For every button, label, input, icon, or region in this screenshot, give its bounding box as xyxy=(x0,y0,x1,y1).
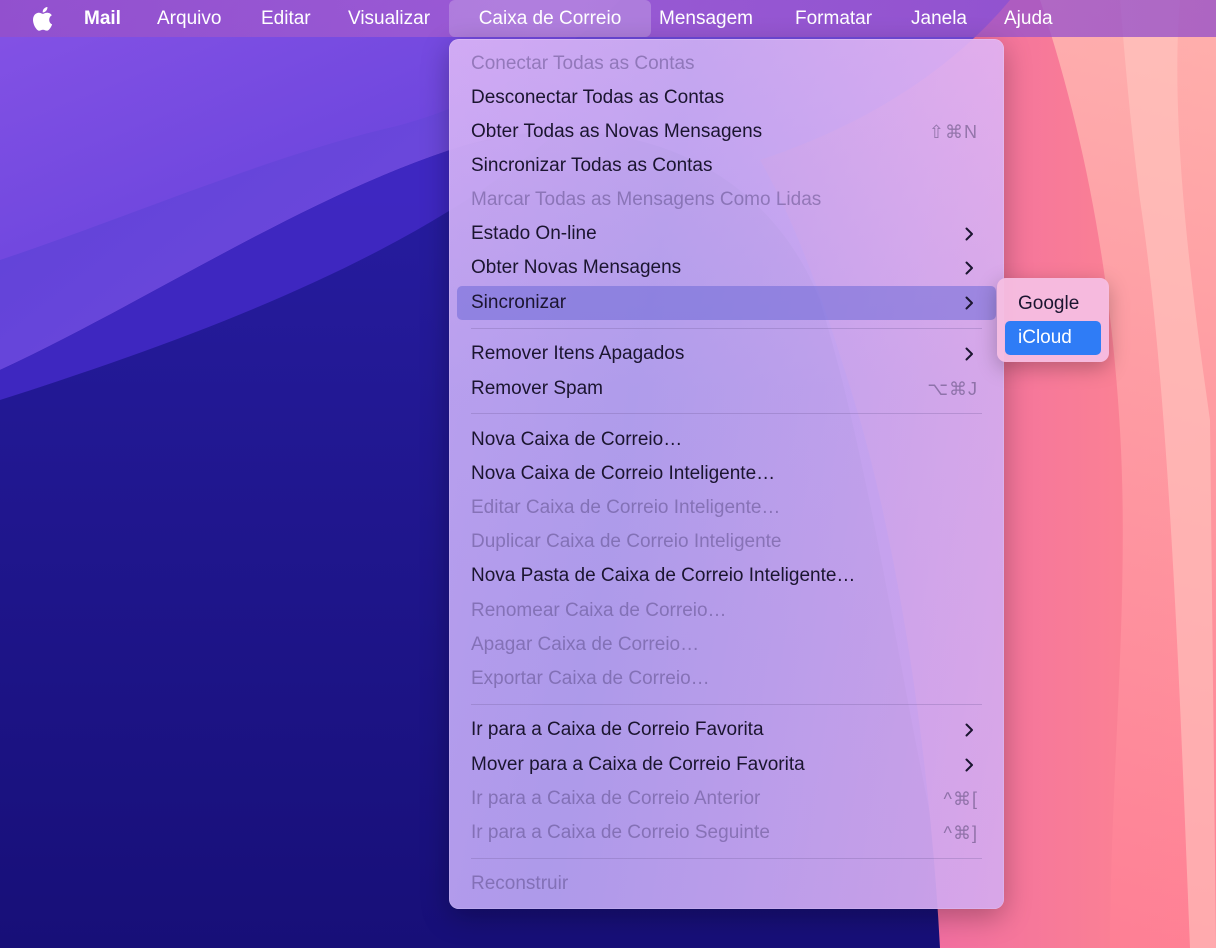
menu-item-label: Remover Spam xyxy=(471,378,603,399)
menu-item-label: Conectar Todas as Contas xyxy=(471,53,695,74)
menu-item-duplicar-caixa-inteligente[interactable]: Duplicar Caixa de Correio Inteligente xyxy=(457,525,996,559)
menu-item-label: Ir para a Caixa de Correio Anterior xyxy=(471,788,761,809)
menu-separator xyxy=(471,858,982,859)
menu-mensagem[interactable]: Mensagem xyxy=(659,0,753,37)
menu-item-remover-apagados[interactable]: Remover Itens Apagados xyxy=(457,337,996,371)
shortcut-label: ^⌘[ xyxy=(943,789,978,809)
sincronizar-submenu: Google iCloud xyxy=(997,278,1109,362)
menu-item-ir-seguinte[interactable]: Ir para a Caixa de Correio Seguinte ^⌘] xyxy=(457,816,996,850)
submenu-item-label: iCloud xyxy=(1018,327,1072,348)
menu-item-label: Apagar Caixa de Correio… xyxy=(471,634,700,655)
menu-item-renomear-caixa[interactable]: Renomear Caixa de Correio… xyxy=(457,594,996,628)
chevron-right-icon xyxy=(965,227,973,241)
chevron-right-icon xyxy=(965,758,973,772)
menu-visualizar[interactable]: Visualizar xyxy=(348,0,430,37)
chevron-right-icon xyxy=(965,723,973,737)
menu-item-sincronizar-todas[interactable]: Sincronizar Todas as Contas xyxy=(457,149,996,183)
menu-editar[interactable]: Editar xyxy=(261,0,311,37)
menu-item-nova-caixa[interactable]: Nova Caixa de Correio… xyxy=(457,423,996,457)
menu-item-label: Ir para a Caixa de Correio Seguinte xyxy=(471,822,770,843)
menu-app-name[interactable]: Mail xyxy=(84,0,121,37)
shortcut-label: ⌥⌘J xyxy=(927,379,978,399)
menu-formatar[interactable]: Formatar xyxy=(795,0,872,37)
menu-item-label: Remover Itens Apagados xyxy=(471,343,685,364)
menu-item-obter-todas-novas[interactable]: Obter Todas as Novas Mensagens ⇧⌘N xyxy=(457,115,996,149)
menu-item-nova-caixa-inteligente[interactable]: Nova Caixa de Correio Inteligente… xyxy=(457,457,996,491)
menu-item-obter-novas[interactable]: Obter Novas Mensagens xyxy=(457,251,996,285)
submenu-item-icloud[interactable]: iCloud xyxy=(1005,321,1101,355)
menu-item-label: Nova Caixa de Correio… xyxy=(471,429,683,450)
menu-item-mover-favorita[interactable]: Mover para a Caixa de Correio Favorita xyxy=(457,748,996,782)
menu-item-estado-online[interactable]: Estado On-line xyxy=(457,217,996,251)
menu-item-reconstruir[interactable]: Reconstruir xyxy=(457,867,996,901)
menu-bar: Mail Arquivo Editar Visualizar Caixa de … xyxy=(0,0,1216,37)
menu-item-desconectar-todas[interactable]: Desconectar Todas as Contas xyxy=(457,81,996,115)
menu-item-label: Obter Novas Mensagens xyxy=(471,257,682,278)
menu-item-label: Desconectar Todas as Contas xyxy=(471,87,725,108)
menu-item-label: Sincronizar xyxy=(471,292,567,313)
menu-item-label: Mover para a Caixa de Correio Favorita xyxy=(471,754,805,775)
chevron-right-icon xyxy=(965,296,973,310)
menu-janela[interactable]: Janela xyxy=(911,0,967,37)
caixa-de-correio-dropdown: Conectar Todas as Contas Desconectar Tod… xyxy=(449,39,1004,909)
menu-item-label: Nova Pasta de Caixa de Correio Inteligen… xyxy=(471,565,856,586)
shortcut-label: ⇧⌘N xyxy=(928,122,978,142)
menu-item-label: Estado On-line xyxy=(471,223,597,244)
menu-arquivo[interactable]: Arquivo xyxy=(157,0,221,37)
submenu-item-label: Google xyxy=(1018,293,1080,314)
chevron-right-icon xyxy=(965,347,973,361)
menu-item-label: Reconstruir xyxy=(471,873,569,894)
menu-item-ir-anterior[interactable]: Ir para a Caixa de Correio Anterior ^⌘[ xyxy=(457,782,996,816)
menu-item-exportar-caixa[interactable]: Exportar Caixa de Correio… xyxy=(457,662,996,696)
menu-separator xyxy=(471,328,982,329)
menu-item-label: Duplicar Caixa de Correio Inteligente xyxy=(471,531,782,552)
menu-item-label: Obter Todas as Novas Mensagens xyxy=(471,121,763,142)
menu-item-sincronizar[interactable]: Sincronizar xyxy=(457,286,996,320)
menu-item-nova-pasta-inteligente[interactable]: Nova Pasta de Caixa de Correio Inteligen… xyxy=(457,559,996,593)
menu-item-label: Renomear Caixa de Correio… xyxy=(471,600,727,621)
menu-separator xyxy=(471,704,982,705)
chevron-right-icon xyxy=(965,261,973,275)
menu-item-remover-spam[interactable]: Remover Spam ⌥⌘J xyxy=(457,372,996,406)
desktop: Mail Arquivo Editar Visualizar Caixa de … xyxy=(0,0,1216,948)
menu-separator xyxy=(471,413,982,414)
menu-item-label: Nova Caixa de Correio Inteligente… xyxy=(471,463,776,484)
menu-item-editar-caixa-inteligente[interactable]: Editar Caixa de Correio Inteligente… xyxy=(457,491,996,525)
menu-item-marcar-como-lidas[interactable]: Marcar Todas as Mensagens Como Lidas xyxy=(457,183,996,217)
menu-item-label: Editar Caixa de Correio Inteligente… xyxy=(471,497,781,518)
menu-item-label: Sincronizar Todas as Contas xyxy=(471,155,713,176)
shortcut-label: ^⌘] xyxy=(943,823,978,843)
menu-item-label: Exportar Caixa de Correio… xyxy=(471,668,710,689)
menu-caixa-de-correio[interactable]: Caixa de Correio xyxy=(449,0,651,37)
submenu-item-google[interactable]: Google xyxy=(1005,287,1101,321)
menu-item-label: Ir para a Caixa de Correio Favorita xyxy=(471,719,764,740)
menu-item-conectar-todas[interactable]: Conectar Todas as Contas xyxy=(457,47,996,81)
menu-item-ir-favorita[interactable]: Ir para a Caixa de Correio Favorita xyxy=(457,713,996,747)
menu-ajuda[interactable]: Ajuda xyxy=(1004,0,1053,37)
menu-item-apagar-caixa[interactable]: Apagar Caixa de Correio… xyxy=(457,628,996,662)
menu-item-label: Marcar Todas as Mensagens Como Lidas xyxy=(471,189,822,210)
apple-menu-icon[interactable] xyxy=(31,6,53,32)
